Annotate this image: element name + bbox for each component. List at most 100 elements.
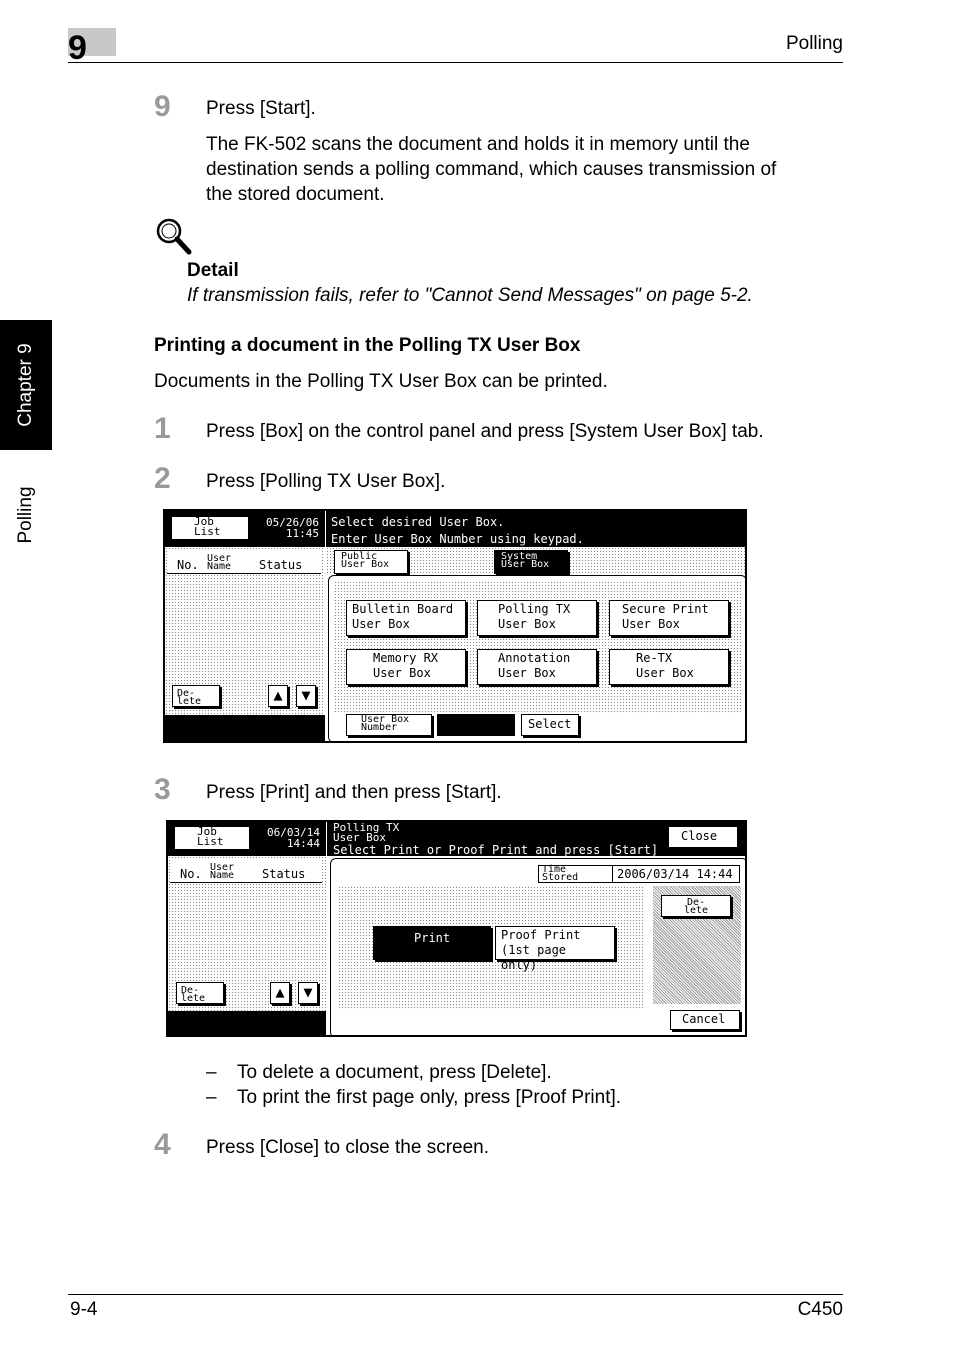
- section-heading: Printing a document in the Polling TX Us…: [154, 335, 581, 356]
- delete-label: lete: [683, 905, 709, 916]
- header-rule: [68, 62, 843, 63]
- tab-system-user-box[interactable]: System User Box: [494, 550, 568, 574]
- page-number: 9-4: [70, 1299, 98, 1320]
- button-label: (1st page only): [501, 943, 567, 972]
- button-label: User Box: [636, 666, 694, 680]
- time-stored-value: 2006/03/14 14:44: [617, 867, 733, 881]
- time-text: 11:45: [285, 527, 319, 540]
- scroll-down-button[interactable]: ▼: [296, 685, 316, 707]
- user-box-number-button[interactable]: User Box Number: [346, 714, 432, 736]
- job-list-button[interactable]: Job List: [171, 516, 249, 540]
- up-arrow-icon: ▲: [275, 983, 285, 1001]
- bullet-text: To print the first page only, press [Pro…: [237, 1087, 622, 1108]
- button-label: Number: [361, 722, 398, 733]
- step-number: 1: [154, 412, 171, 445]
- up-arrow-icon: ▲: [273, 686, 283, 704]
- time-stored-label: Time Stored: [542, 865, 613, 883]
- control-panel-screen-1: Job List 05/26/06 11:45 No. User Name St…: [163, 509, 747, 743]
- button-label: Memory RX: [373, 651, 439, 665]
- close-button[interactable]: Close: [668, 826, 738, 848]
- message-bar: Select desired User Box. Enter User Box …: [326, 511, 745, 547]
- bottom-left-bar: [168, 1011, 326, 1035]
- delete-button[interactable]: De- lete: [176, 982, 224, 1004]
- button-label: Bulletin Board: [352, 602, 454, 616]
- message-line: Select desired User Box.: [331, 515, 505, 529]
- button-label: User Box: [622, 617, 680, 631]
- button-label: Polling TX: [498, 602, 571, 616]
- header-section-title: Polling: [785, 33, 843, 54]
- job-list-header: No. User Name Status: [170, 860, 322, 883]
- paragraph-line: the stored document.: [206, 184, 385, 205]
- bullet-dash: –: [206, 1087, 217, 1108]
- close-label: Close: [681, 829, 718, 843]
- job-list-button[interactable]: Job List: [174, 826, 250, 850]
- cancel-label: Cancel: [682, 1012, 726, 1026]
- select-label: Select: [528, 717, 572, 731]
- secure-print-user-box-button[interactable]: Secure Print User Box: [609, 600, 729, 636]
- detail-title: Detail: [187, 260, 239, 281]
- side-chapter-label: Chapter 9: [15, 343, 36, 427]
- bulletin-board-user-box-button[interactable]: Bulletin Board User Box: [346, 600, 466, 636]
- time-text: 14:44: [286, 837, 320, 850]
- magnifier-icon: [156, 218, 192, 255]
- label-line: Stored: [542, 872, 579, 883]
- bottom-left-bar: [165, 715, 325, 741]
- select-button[interactable]: Select: [521, 714, 579, 736]
- scroll-down-button[interactable]: ▼: [298, 982, 318, 1004]
- step-text: Press [Box] on the control panel and pre…: [206, 421, 764, 442]
- job-list-label: List: [194, 525, 221, 538]
- proof-print-button[interactable]: Proof Print (1st page only): [495, 926, 615, 972]
- col-no: No.: [180, 867, 202, 881]
- message-line: Enter User Box Number using keypad.: [331, 532, 584, 546]
- step-text: Press [Close] to close the screen.: [206, 1137, 490, 1158]
- footer-rule: [68, 1294, 843, 1295]
- step-text: Press [Start].: [206, 98, 316, 119]
- detail-text: If transmission fails, refer to "Cannot …: [187, 285, 753, 306]
- tab-label: User Box: [341, 559, 390, 570]
- scroll-up-button[interactable]: ▲: [270, 982, 290, 1004]
- button-label: User Box: [498, 617, 556, 631]
- side-section-label: Polling: [15, 486, 36, 544]
- step-number: 4: [154, 1128, 171, 1161]
- button-label: User Box: [498, 666, 556, 680]
- col-user-line: Name: [207, 561, 232, 572]
- col-user-line: Name: [210, 870, 235, 881]
- delete-button[interactable]: De- lete: [172, 685, 220, 707]
- chapter-number: 9: [68, 29, 87, 67]
- memory-rx-user-box-button[interactable]: Memory RX User Box: [346, 649, 466, 685]
- button-label: Proof Print: [501, 928, 581, 942]
- job-list-label: List: [197, 835, 224, 848]
- delete-label: lete: [177, 696, 202, 707]
- polling-tx-user-box-button[interactable]: Polling TX User Box: [477, 600, 597, 636]
- print-label: Print: [414, 931, 451, 945]
- cancel-button[interactable]: Cancel: [670, 1010, 740, 1030]
- col-no: No.: [177, 558, 199, 572]
- col-status: Status: [259, 558, 303, 572]
- job-list-header: No. User Name Status: [167, 551, 321, 574]
- section-intro: Documents in the Polling TX User Box can…: [154, 371, 608, 392]
- delete-document-button[interactable]: De- lete: [661, 895, 731, 917]
- time-stored-field: Time Stored 2006/03/14 14:44: [538, 865, 740, 883]
- annotation-user-box-button[interactable]: Annotation User Box: [477, 649, 597, 685]
- button-label: Annotation: [498, 651, 571, 665]
- paragraph-line: destination sends a polling command, whi…: [206, 159, 777, 180]
- col-status: Status: [262, 867, 306, 881]
- model-name: C450: [797, 1299, 843, 1320]
- re-tx-user-box-button[interactable]: Re-TX User Box: [609, 649, 729, 685]
- col-user-name: User Name: [207, 554, 232, 572]
- button-label: User Box: [352, 617, 410, 631]
- button-label: Re-TX: [636, 651, 673, 665]
- button-label: Secure Print: [622, 602, 709, 616]
- scroll-up-button[interactable]: ▲: [268, 685, 288, 707]
- datetime: 06/03/14 14:44: [256, 827, 320, 849]
- tab-label: User Box: [501, 559, 550, 570]
- print-button[interactable]: Print: [373, 926, 491, 960]
- step-text: Press [Polling TX User Box].: [206, 471, 446, 492]
- step-text: Press [Print] and then press [Start].: [206, 782, 502, 803]
- user-box-number-display: [437, 714, 515, 736]
- tab-public-user-box[interactable]: Public User Box: [334, 550, 408, 574]
- delete-label: lete: [181, 993, 206, 1004]
- step-number: 9: [154, 90, 171, 123]
- down-arrow-icon: ▼: [301, 686, 311, 704]
- bullet-dash: –: [206, 1062, 217, 1083]
